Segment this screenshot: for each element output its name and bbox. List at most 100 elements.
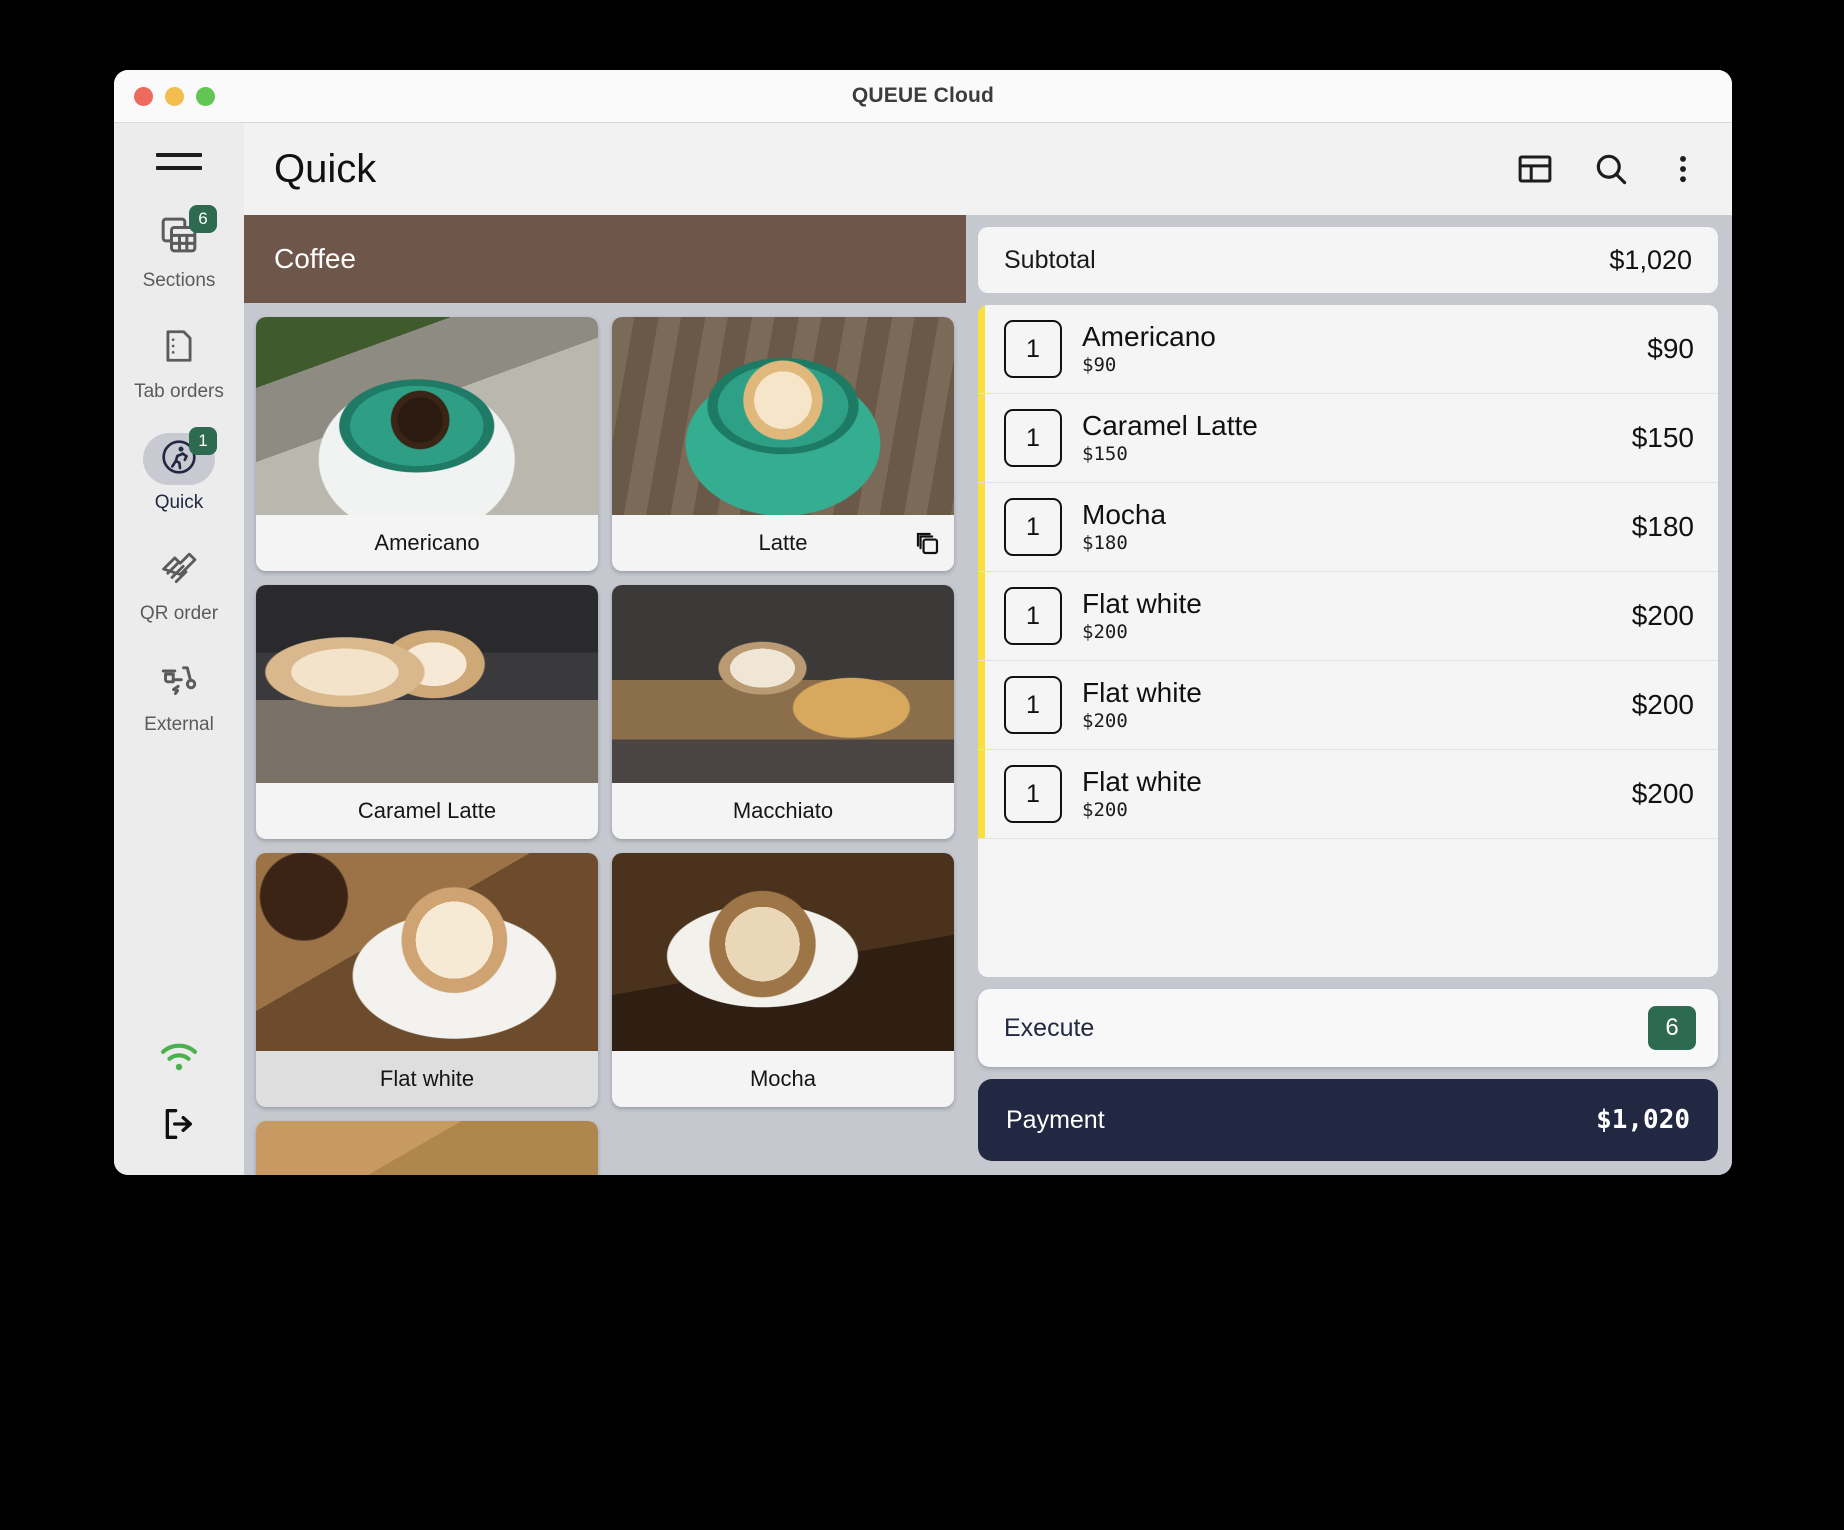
order-item-info: Flat white $200 <box>1062 677 1632 733</box>
maximize-window-button[interactable] <box>196 86 215 106</box>
order-row-accent <box>978 483 985 571</box>
order-item-row[interactable]: 1 Americano $90 $90 <box>978 305 1718 394</box>
category-title: Coffee <box>274 243 356 274</box>
sidebar: 6 Sections Tab orders 1 Quick QR order E… <box>114 123 244 1175</box>
product-card[interactable]: Americano <box>256 317 598 571</box>
page-header: Quick <box>244 123 1732 215</box>
execute-button[interactable]: Execute 6 <box>978 989 1718 1067</box>
sidebar-item-quick[interactable]: 1 Quick <box>123 423 235 518</box>
order-item-unit-price: $200 <box>1082 710 1128 733</box>
payment-button[interactable]: Payment $1,020 <box>978 1079 1718 1161</box>
window-titlebar: QUEUE Cloud <box>114 70 1732 123</box>
payment-label: Payment <box>1006 1105 1105 1134</box>
subtotal-label: Subtotal <box>1004 245 1096 274</box>
order-item-row[interactable]: 1 Mocha $180 $180 <box>978 483 1718 572</box>
order-row-accent <box>978 661 985 749</box>
order-item-quantity[interactable]: 1 <box>1004 676 1062 734</box>
order-item-info: Flat white $200 <box>1062 765 1632 822</box>
sidebar-item-tab-orders[interactable]: Tab orders <box>123 312 235 407</box>
product-name: Flat white <box>379 1066 475 1091</box>
order-item-unit-price: $180 <box>1082 532 1128 555</box>
order-item-quantity[interactable]: 1 <box>1004 409 1062 467</box>
order-item-name: Flat white <box>1082 765 1202 797</box>
product-image <box>256 853 598 1051</box>
minimize-window-button[interactable] <box>165 86 184 106</box>
order-item-quantity[interactable]: 1 <box>1004 765 1062 823</box>
product-name: Caramel Latte <box>357 798 497 823</box>
sidebar-item-external[interactable]: External <box>123 645 235 740</box>
order-item-line-total: $200 <box>1631 600 1694 631</box>
order-item-row[interactable]: 1 Flat white $200 $200 <box>978 661 1718 750</box>
sidebar-item-label: QR order <box>139 603 219 624</box>
order-item-unit-price: $200 <box>1082 621 1128 644</box>
layout-split-icon[interactable] <box>1516 150 1554 188</box>
product-card[interactable]: Latte <box>612 317 954 571</box>
subtotal-bar: Subtotal $1,020 <box>978 227 1718 293</box>
page-title: Quick <box>274 146 377 191</box>
order-item-line-total: $180 <box>1631 511 1694 542</box>
product-image <box>256 1121 598 1175</box>
product-card[interactable]: Mocha <box>612 853 954 1107</box>
order-row-accent <box>978 394 985 482</box>
order-row-accent <box>978 750 985 838</box>
order-item-name: Flat white <box>1082 587 1202 619</box>
order-item-unit-price: $200 <box>1082 799 1128 822</box>
hamburger-icon[interactable] <box>156 145 202 177</box>
more-vertical-icon[interactable] <box>1668 150 1698 188</box>
window-title: QUEUE Cloud <box>851 84 995 107</box>
sidebar-item-qr-order[interactable]: QR order <box>123 534 235 629</box>
order-item-row[interactable]: 1 Flat white $200 $200 <box>978 750 1718 839</box>
order-item-row[interactable]: 1 Caramel Latte $150 $150 <box>978 394 1718 483</box>
order-item-name: Americano <box>1082 320 1216 352</box>
execute-label: Execute <box>1004 1013 1095 1042</box>
product-card[interactable]: Caramel Latte <box>256 585 598 839</box>
wifi-icon[interactable] <box>158 1041 200 1080</box>
category-header[interactable]: Coffee <box>244 215 966 303</box>
product-name: Mocha <box>749 1066 817 1091</box>
order-item-unit-price: $150 <box>1082 443 1128 466</box>
content-region: Coffee Americano Latte Caramel Latte Macchi… <box>244 215 1732 1175</box>
close-window-button[interactable] <box>134 86 153 106</box>
order-item-row[interactable]: 1 Flat white $200 $200 <box>978 572 1718 661</box>
order-item-name: Mocha <box>1082 498 1167 530</box>
sections-badge: 6 <box>189 205 217 233</box>
order-item-info: Americano $90 <box>1062 320 1647 376</box>
product-catalog: Coffee Americano Latte Caramel Latte Macchi… <box>244 215 966 1175</box>
order-item-quantity[interactable]: 1 <box>1004 587 1062 645</box>
subtotal-value: $1,020 <box>1609 244 1692 275</box>
app-window: QUEUE Cloud 6 Sections Tab orders 1 Quic… <box>114 70 1732 1175</box>
order-panel: Subtotal $1,020 1 Americano $90 $90 1 Caramel… <box>966 215 1732 1175</box>
search-icon[interactable] <box>1592 150 1630 188</box>
payment-amount: $1,020 <box>1596 1105 1690 1135</box>
sidebar-item-sections[interactable]: 6 Sections <box>123 201 235 296</box>
order-item-quantity[interactable]: 1 <box>1004 498 1062 556</box>
product-image <box>612 317 954 515</box>
product-card[interactable]: Flat white <box>256 853 598 1107</box>
traffic-lights <box>114 86 215 106</box>
product-name: Macchiato <box>732 798 834 823</box>
order-item-line-total: $200 <box>1631 689 1694 720</box>
scooter-icon <box>158 658 200 705</box>
main-area: Quick Coffee Americano Latte Caramel Lat… <box>244 123 1732 1175</box>
quick-badge: 1 <box>189 427 217 455</box>
sidebar-bottom-actions <box>158 1041 200 1175</box>
sidebar-item-label: External <box>144 714 214 735</box>
sidebar-item-label: Tab orders <box>134 381 224 402</box>
header-actions <box>1516 150 1706 188</box>
order-item-info: Flat white $200 <box>1062 587 1632 644</box>
execute-count-badge: 6 <box>1648 1006 1696 1050</box>
order-item-quantity[interactable]: 1 <box>1004 320 1062 378</box>
product-grid: Americano Latte Caramel Latte Macchiato Flat… <box>244 303 966 1175</box>
handshake-icon <box>158 547 200 594</box>
order-item-info: Mocha $180 <box>1062 498 1632 555</box>
order-row-accent <box>978 305 985 393</box>
order-item-info: Caramel Latte $150 <box>1062 410 1632 466</box>
product-image <box>256 317 598 515</box>
product-card[interactable]: Macchiato <box>612 585 954 839</box>
document-icon <box>160 327 198 370</box>
product-image <box>256 585 598 783</box>
product-card[interactable] <box>256 1121 598 1175</box>
product-name: Americano <box>374 530 480 555</box>
variants-copy-icon[interactable] <box>914 530 942 563</box>
logout-icon[interactable] <box>159 1104 199 1149</box>
